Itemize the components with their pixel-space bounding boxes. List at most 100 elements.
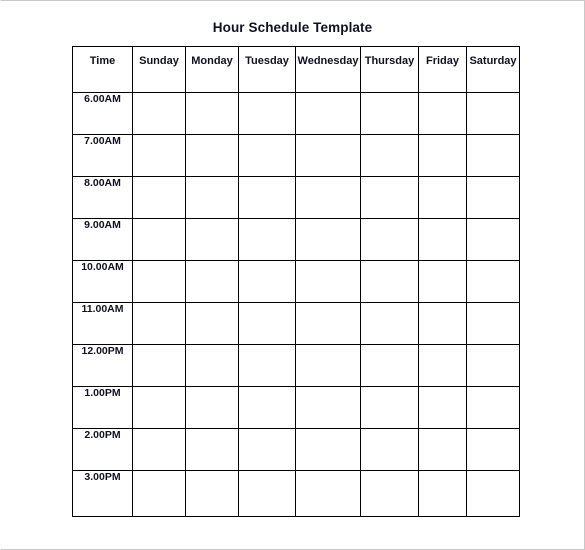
schedule-slot-sunday[interactable]: [132, 260, 186, 303]
schedule-slot-monday[interactable]: [185, 92, 239, 135]
schedule-slot-saturday[interactable]: [466, 344, 520, 387]
schedule-slot-monday[interactable]: [185, 218, 239, 261]
table-row: 7.00AM: [72, 134, 520, 177]
schedule-slot-sunday[interactable]: [132, 470, 186, 517]
schedule-slot-tuesday[interactable]: [238, 386, 296, 429]
schedule-slot-friday[interactable]: [418, 218, 467, 261]
table-row: 3.00PM: [72, 470, 520, 517]
schedule-slot-thursday[interactable]: [360, 176, 419, 219]
schedule-slot-wednesday[interactable]: [295, 260, 361, 303]
schedule-slot-thursday[interactable]: [360, 428, 419, 471]
schedule-slot-monday[interactable]: [185, 176, 239, 219]
schedule-slot-sunday[interactable]: [132, 386, 186, 429]
time-label-cell: 10.00AM: [72, 260, 133, 303]
time-label-cell: 11.00AM: [72, 302, 133, 345]
schedule-slot-tuesday[interactable]: [238, 218, 296, 261]
schedule-slot-wednesday[interactable]: [295, 134, 361, 177]
schedule-slot-friday[interactable]: [418, 92, 467, 135]
schedule-slot-tuesday[interactable]: [238, 134, 296, 177]
schedule-slot-friday[interactable]: [418, 386, 467, 429]
schedule-slot-thursday[interactable]: [360, 218, 419, 261]
table-row: 12.00PM: [72, 344, 520, 387]
schedule-slot-monday[interactable]: [185, 470, 239, 517]
time-label-cell: 9.00AM: [72, 218, 133, 261]
time-label-cell: 2.00PM: [72, 428, 133, 471]
schedule-slot-saturday[interactable]: [466, 428, 520, 471]
schedule-slot-tuesday[interactable]: [238, 302, 296, 345]
time-label-cell: 6.00AM: [72, 92, 133, 135]
schedule-slot-sunday[interactable]: [132, 176, 186, 219]
column-header-thursday: Thursday: [360, 46, 419, 93]
schedule-slot-monday[interactable]: [185, 302, 239, 345]
schedule-slot-tuesday[interactable]: [238, 428, 296, 471]
schedule-slot-sunday[interactable]: [132, 302, 186, 345]
schedule-slot-monday[interactable]: [185, 386, 239, 429]
hour-schedule-table: Time Sunday Monday Tuesday Wednesday Thu…: [72, 46, 520, 517]
schedule-slot-tuesday[interactable]: [238, 344, 296, 387]
schedule-slot-wednesday[interactable]: [295, 92, 361, 135]
table-row: 6.00AM: [72, 92, 520, 135]
schedule-slot-wednesday[interactable]: [295, 302, 361, 345]
table-row: 1.00PM: [72, 386, 520, 429]
schedule-slot-wednesday[interactable]: [295, 428, 361, 471]
schedule-slot-thursday[interactable]: [360, 344, 419, 387]
column-header-time: Time: [72, 46, 133, 93]
schedule-slot-saturday[interactable]: [466, 470, 520, 517]
schedule-slot-thursday[interactable]: [360, 92, 419, 135]
schedule-slot-wednesday[interactable]: [295, 176, 361, 219]
schedule-slot-friday[interactable]: [418, 302, 467, 345]
schedule-slot-saturday[interactable]: [466, 218, 520, 261]
table-row: 11.00AM: [72, 302, 520, 345]
schedule-slot-saturday[interactable]: [466, 302, 520, 345]
schedule-slot-friday[interactable]: [418, 470, 467, 517]
time-label-cell: 12.00PM: [72, 344, 133, 387]
schedule-slot-thursday[interactable]: [360, 260, 419, 303]
schedule-slot-tuesday[interactable]: [238, 260, 296, 303]
schedule-slot-sunday[interactable]: [132, 344, 186, 387]
schedule-slot-sunday[interactable]: [132, 92, 186, 135]
schedule-slot-wednesday[interactable]: [295, 386, 361, 429]
schedule-slot-saturday[interactable]: [466, 176, 520, 219]
schedule-slot-saturday[interactable]: [466, 134, 520, 177]
column-header-wednesday: Wednesday: [295, 46, 361, 93]
schedule-slot-monday[interactable]: [185, 428, 239, 471]
schedule-slot-thursday[interactable]: [360, 386, 419, 429]
schedule-table-container: Time Sunday Monday Tuesday Wednesday Thu…: [72, 46, 520, 517]
schedule-slot-monday[interactable]: [185, 344, 239, 387]
schedule-slot-saturday[interactable]: [466, 260, 520, 303]
schedule-slot-tuesday[interactable]: [238, 470, 296, 517]
column-header-friday: Friday: [418, 46, 467, 93]
table-header-row: Time Sunday Monday Tuesday Wednesday Thu…: [72, 46, 520, 93]
table-row: 10.00AM: [72, 260, 520, 303]
time-label-cell: 1.00PM: [72, 386, 133, 429]
schedule-slot-thursday[interactable]: [360, 134, 419, 177]
schedule-slot-thursday[interactable]: [360, 470, 419, 517]
schedule-slot-wednesday[interactable]: [295, 344, 361, 387]
schedule-slot-saturday[interactable]: [466, 386, 520, 429]
time-label-cell: 8.00AM: [72, 176, 133, 219]
schedule-slot-friday[interactable]: [418, 176, 467, 219]
schedule-slot-sunday[interactable]: [132, 218, 186, 261]
column-header-tuesday: Tuesday: [238, 46, 296, 93]
time-label-cell: 7.00AM: [72, 134, 133, 177]
schedule-slot-friday[interactable]: [418, 134, 467, 177]
schedule-slot-sunday[interactable]: [132, 134, 186, 177]
schedule-slot-sunday[interactable]: [132, 428, 186, 471]
schedule-page: Hour Schedule Template Time Sunday Monda…: [0, 0, 585, 550]
schedule-slot-tuesday[interactable]: [238, 176, 296, 219]
schedule-slot-saturday[interactable]: [466, 92, 520, 135]
schedule-slot-monday[interactable]: [185, 260, 239, 303]
time-label-cell: 3.00PM: [72, 470, 133, 517]
column-header-sunday: Sunday: [132, 46, 186, 93]
schedule-slot-friday[interactable]: [418, 428, 467, 471]
table-body: 6.00AM 7.00AM 8.00AM 9.00AM 10.00AM 11.00AM 12…: [72, 92, 520, 517]
schedule-slot-thursday[interactable]: [360, 302, 419, 345]
schedule-slot-wednesday[interactable]: [295, 218, 361, 261]
table-header: Time Sunday Monday Tuesday Wednesday Thu…: [72, 46, 520, 93]
schedule-slot-wednesday[interactable]: [295, 470, 361, 517]
table-row: 9.00AM: [72, 218, 520, 261]
schedule-slot-friday[interactable]: [418, 260, 467, 303]
schedule-slot-friday[interactable]: [418, 344, 467, 387]
schedule-slot-tuesday[interactable]: [238, 92, 296, 135]
schedule-slot-monday[interactable]: [185, 134, 239, 177]
